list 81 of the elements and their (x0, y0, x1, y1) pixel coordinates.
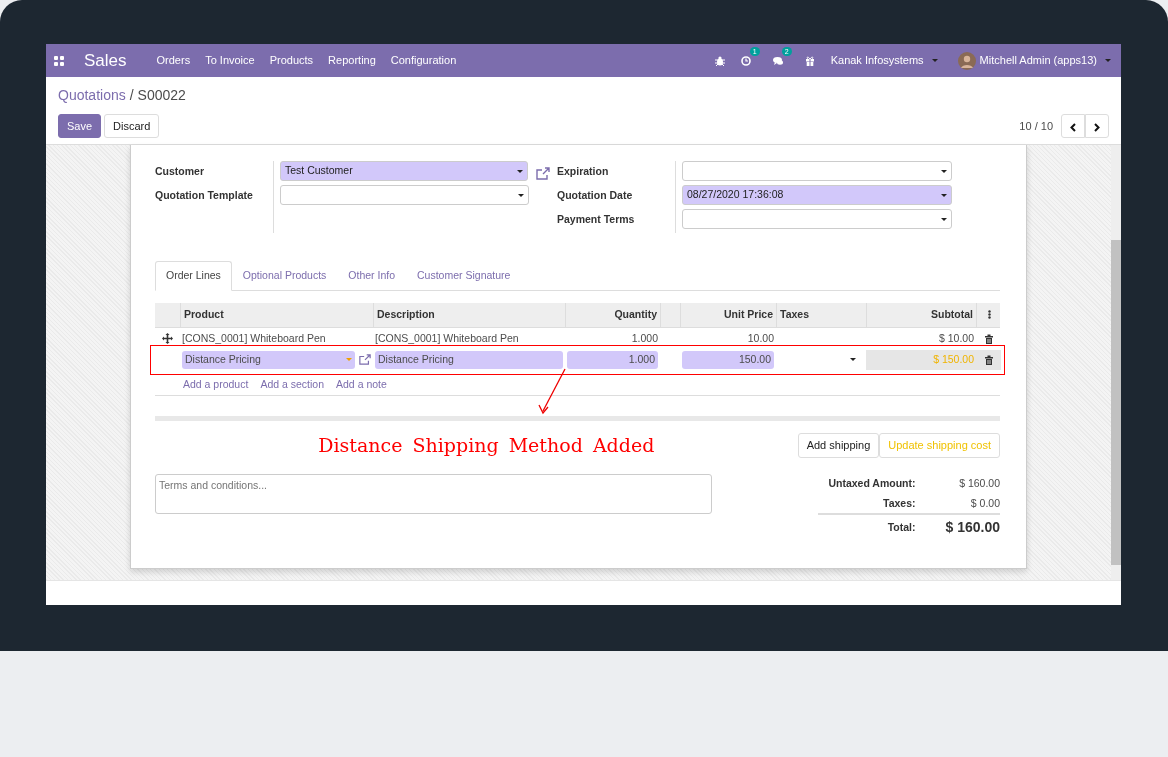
total-value: $ 0.00 (970, 496, 1000, 509)
clock-icon[interactable] (740, 56, 751, 67)
add-shipping-button[interactable]: Add shipping (797, 433, 880, 458)
app-name: Sales (84, 49, 127, 72)
tab[interactable]: Optional Products (231, 261, 338, 291)
menu-item[interactable]: Orders (156, 52, 191, 69)
breadcrumb-separator: / (129, 86, 134, 105)
terms-field[interactable]: Terms and conditions... (155, 473, 712, 514)
external-link-icon[interactable] (536, 166, 550, 180)
field-label: Expiration (557, 164, 610, 179)
quantity-field[interactable]: 1.000 (567, 350, 658, 369)
field-value: Test Customer (285, 163, 353, 179)
column-header[interactable]: Quantity (565, 302, 660, 327)
pager-value: 10 / 10 (1019, 118, 1053, 134)
chat-icon[interactable] (772, 56, 783, 67)
table-cell-text: 10.00 (747, 330, 774, 346)
options-icon[interactable] (987, 310, 991, 320)
table-cell-text: $ 10.00 (938, 330, 974, 346)
chevron-right-icon (1094, 122, 1100, 132)
caret-icon[interactable] (941, 217, 947, 221)
column-header[interactable]: Product (180, 302, 373, 327)
user-menu[interactable]: Mitchell Admin (apps13) (979, 52, 1111, 69)
drag-handle-icon[interactable] (162, 333, 173, 344)
total-label: Taxes: (883, 496, 916, 509)
chevron-left-icon (1070, 122, 1076, 132)
field-label: Payment Terms (557, 212, 636, 227)
table-cell-text: $ 150.00 (933, 351, 974, 367)
menu-item[interactable]: Reporting (328, 52, 376, 69)
tab[interactable]: Customer Signature (406, 261, 522, 291)
select-field[interactable] (682, 161, 952, 181)
gift-icon[interactable] (804, 56, 815, 67)
select-field[interactable] (280, 185, 530, 205)
trash-icon[interactable] (983, 333, 994, 344)
tab[interactable]: Other Info (337, 261, 407, 291)
select-field[interactable]: 08/27/2020 17:36:08 (682, 185, 952, 205)
menu-item[interactable]: To Invoice (205, 52, 255, 69)
bug-icon[interactable] (714, 56, 725, 67)
field-label: Quotation Template (155, 188, 254, 203)
menu-item[interactable]: Products (269, 52, 314, 69)
table-cell-text: 1.000 (631, 330, 658, 346)
product-field[interactable]: Distance Pricing (182, 350, 355, 369)
description-field[interactable]: Distance Pricing (375, 350, 563, 369)
tab[interactable]: Order Lines (155, 261, 232, 291)
breadcrumb-current: S00022 (137, 86, 186, 105)
previous-button[interactable] (1061, 114, 1085, 139)
column-header[interactable]: Subtotal (866, 302, 976, 327)
field-label: Quotation Date (557, 188, 634, 203)
field-label: Customer (155, 164, 205, 179)
company-switcher[interactable]: Kanak Infosystems (830, 52, 938, 69)
scrollbar[interactable] (1111, 145, 1121, 580)
caret-icon[interactable] (518, 193, 525, 197)
add-line-link[interactable]: Add a section (260, 376, 325, 393)
add-line-link[interactable]: Add a product (183, 376, 249, 393)
unit-price-field[interactable]: 150.00 (682, 350, 774, 369)
trash-icon[interactable] (983, 354, 994, 365)
total-label: Total: (887, 520, 916, 533)
annotation-text: Distance Shipping Method Added (317, 433, 656, 459)
caret-icon[interactable] (517, 169, 523, 173)
field-value: 08/27/2020 17:36:08 (687, 187, 784, 203)
table-cell-text: [CONS_0001] Whiteboard Pen (375, 330, 519, 346)
save-button[interactable]: Save (58, 114, 102, 139)
column-header[interactable]: Taxes (776, 302, 866, 327)
add-line-link[interactable]: Add a note (336, 376, 387, 393)
external-link-icon[interactable] (359, 353, 371, 366)
caret-icon[interactable] (850, 358, 856, 361)
column-header[interactable]: Unit Price (680, 302, 776, 327)
select-field[interactable] (682, 209, 952, 229)
next-button[interactable] (1085, 114, 1109, 139)
caret-icon[interactable] (941, 193, 947, 197)
breadcrumb-link[interactable]: Quotations (58, 85, 126, 106)
select-field[interactable]: Test Customer (280, 161, 528, 181)
column-header[interactable]: Description (373, 302, 565, 327)
total-value: $ 160.00 (945, 519, 1000, 536)
menu-item[interactable]: Configuration (390, 52, 457, 69)
apps-menu-icon[interactable] (54, 55, 64, 66)
avatar[interactable] (957, 51, 976, 70)
table-cell-text: [CONS_0001] Whiteboard Pen (182, 330, 326, 346)
total-value: $ 160.00 (959, 476, 1000, 489)
caret-icon[interactable] (941, 169, 947, 173)
total-label: Untaxed Amount: (828, 476, 916, 489)
discard-button[interactable]: Discard (104, 114, 160, 139)
